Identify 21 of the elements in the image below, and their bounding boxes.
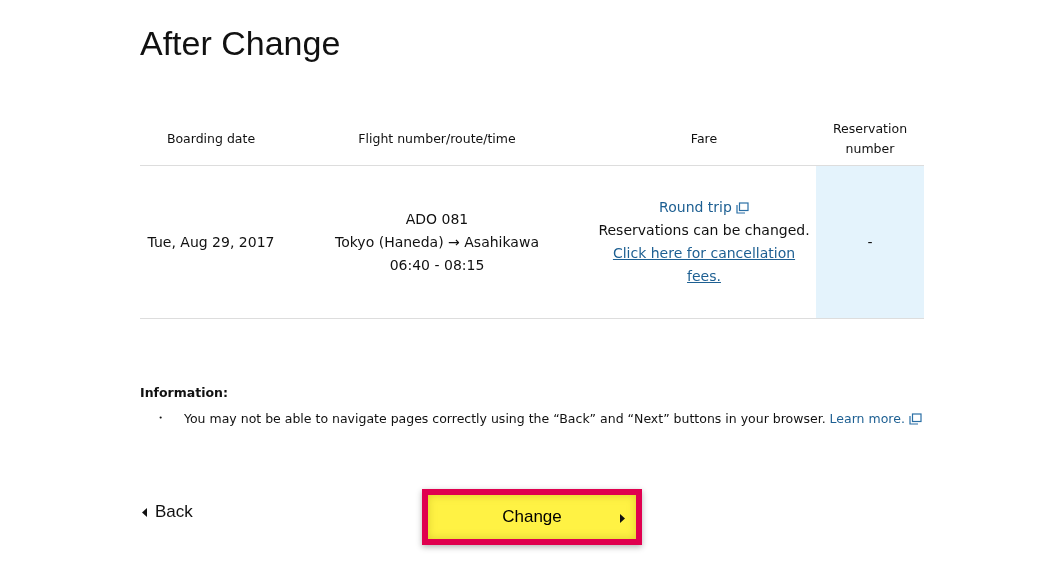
external-link-icon (735, 201, 749, 214)
column-header: Reservation number (816, 113, 924, 166)
back-button[interactable]: Back (140, 502, 422, 532)
column-header: Fare (592, 113, 816, 166)
external-link-icon (908, 412, 922, 425)
table-cell: Tue, Aug 29, 2017 (140, 165, 282, 319)
change-button[interactable]: Change (422, 489, 642, 545)
cancellation-fees-link[interactable]: Click here for cancellation fees. (604, 242, 804, 288)
table-cell: ADO 081 Tokyo (Haneda) → Asahikawa 06:40 - 08:15 (282, 165, 592, 319)
fare-note: Reservations can be changed. (597, 221, 811, 240)
learn-more-link[interactable]: Learn more. (829, 411, 905, 426)
column-header: Boarding date (140, 113, 282, 166)
information-heading: Information: (140, 385, 229, 400)
caret-icon (620, 514, 626, 523)
column-header: Flight number/route/time (282, 113, 592, 166)
caret-icon (142, 507, 148, 517)
table-cell: - (816, 165, 924, 319)
bullet-mark: ・ (153, 410, 168, 427)
page-title: After Change (140, 24, 342, 63)
information-text: You may not be able to navigate pages correctly using the “Back” and “Next” buttons in your browser. (184, 411, 826, 426)
fare-link[interactable]: Round trip (659, 196, 732, 219)
